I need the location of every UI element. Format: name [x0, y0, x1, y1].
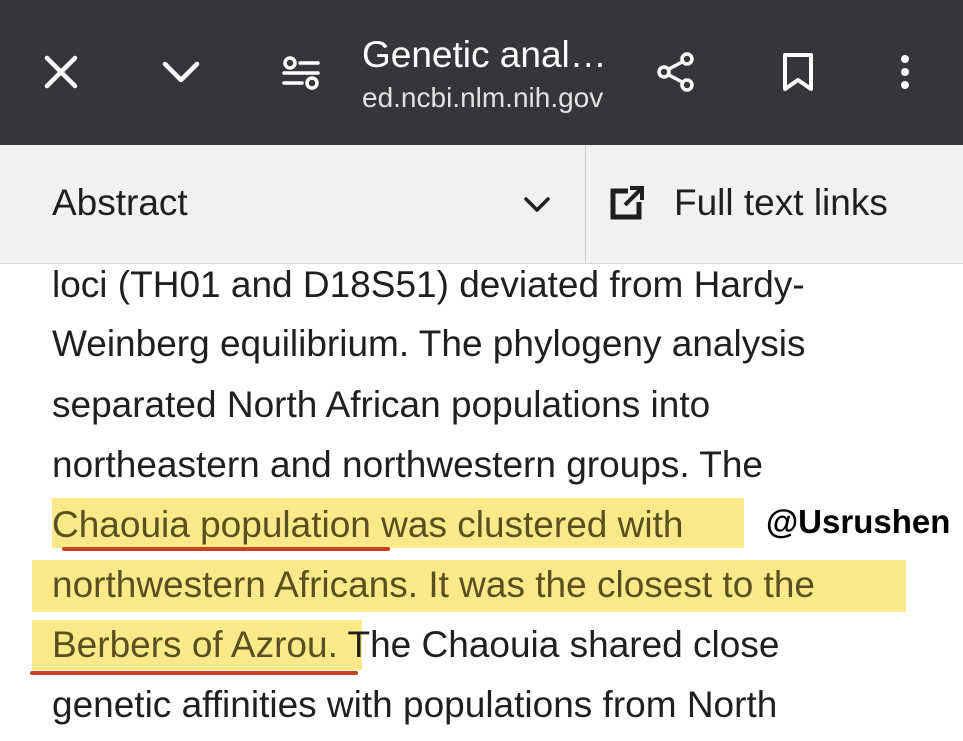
abstract-text: loci (TH01 and D18S51) deviated from Har… — [0, 263, 963, 741]
text-fragment: The Chaouia shared close — [337, 624, 780, 665]
more-vert-icon[interactable] — [880, 45, 930, 99]
text-line-highlighted: northwestern Africans. It was the closes… — [52, 564, 815, 605]
external-link-icon — [610, 186, 644, 220]
browser-toolbar: Genetic anal… ed.ncbi.nlm.nih.gov — [0, 0, 963, 145]
text-line: genetic affinities with populations from… — [52, 684, 778, 725]
underline-mark — [62, 547, 390, 551]
text-line: separated North African populations into — [52, 384, 711, 425]
bookmark-icon[interactable] — [773, 45, 823, 99]
section-dropdown-label: Abstract — [52, 182, 188, 223]
watermark: @Usrushen — [766, 503, 951, 540]
page-title: Genetic anal… — [362, 34, 607, 75]
share-icon[interactable] — [651, 45, 701, 99]
text-line-highlighted: Chaouia population was clustered with — [52, 504, 684, 545]
article-nav-bar: Abstract Full text links — [0, 145, 963, 264]
text-line: northeastern and northwestern groups. Th… — [52, 444, 763, 485]
highlighted-phrase: Berbers of Azrou. — [52, 624, 338, 665]
chevron-down-icon — [524, 197, 550, 212]
page-settings-icon[interactable] — [276, 45, 326, 99]
section-dropdown[interactable]: Abstract — [0, 145, 586, 263]
text-line: Berbers of Azrou. The Chaouia shared clo… — [52, 623, 779, 667]
underline-mark — [30, 671, 358, 675]
chevron-down-icon[interactable] — [156, 45, 206, 99]
page-host: ed.ncbi.nlm.nih.gov — [362, 82, 604, 113]
full-text-links-label: Full text links — [674, 182, 888, 223]
full-text-links-button[interactable]: Full text links — [586, 145, 963, 263]
text-line: Weinberg equilibrium. The phylogeny anal… — [52, 323, 806, 364]
address-bar[interactable]: Genetic anal… ed.ncbi.nlm.nih.gov — [362, 34, 627, 116]
close-icon[interactable] — [36, 45, 86, 99]
text-line: loci (TH01 and D18S51) deviated from Har… — [52, 264, 805, 305]
